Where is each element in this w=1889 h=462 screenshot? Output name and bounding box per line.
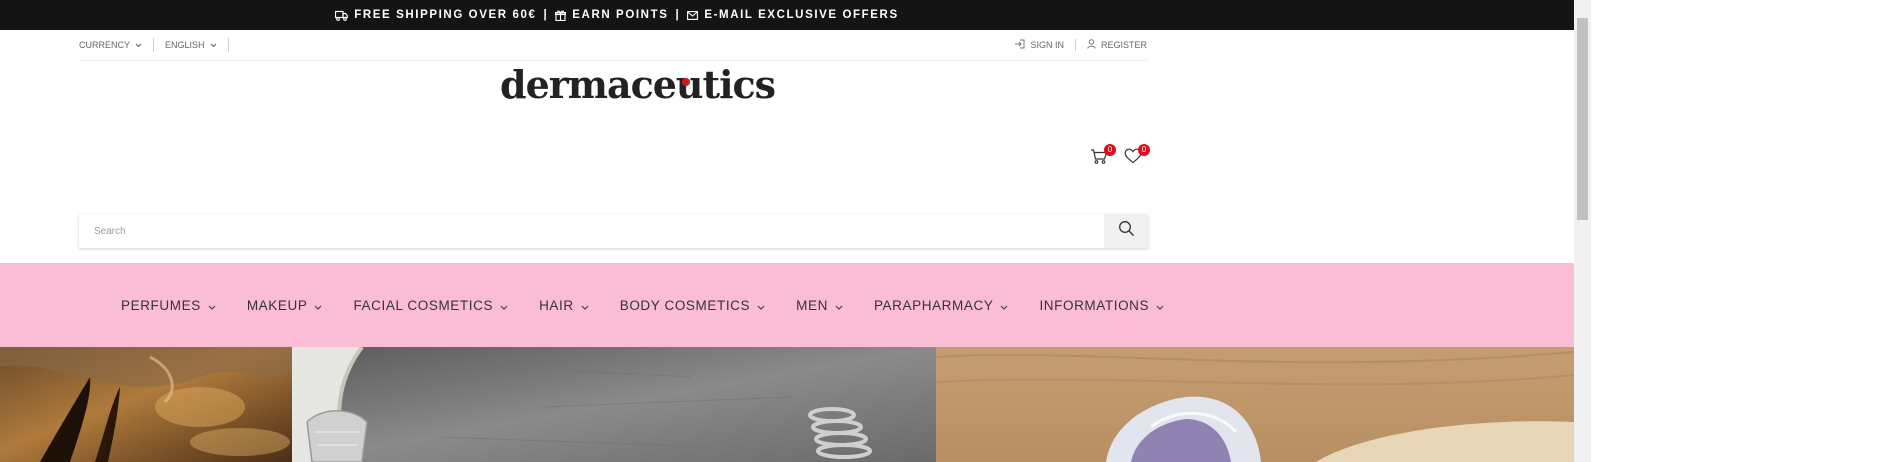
nav-item-label: HAIR xyxy=(539,297,574,313)
user-icon xyxy=(1087,39,1096,51)
nav-item-label: FACIAL COSMETICS xyxy=(353,297,494,313)
nav-item-hair[interactable]: HAIR xyxy=(539,298,589,313)
chevron-down-icon xyxy=(1000,298,1008,313)
brand-name: dermaceutics xyxy=(500,62,776,107)
chevron-down-icon xyxy=(314,298,322,313)
nav-item-facial-cosmetics[interactable]: FACIAL COSMETICS xyxy=(353,298,508,313)
chevron-down-icon xyxy=(135,40,142,50)
promo-offers-text: E-MAIL EXCLUSIVE OFFERS xyxy=(704,9,899,21)
truck-icon xyxy=(335,10,349,21)
sign-in-icon xyxy=(1014,39,1025,51)
hero-banner[interactable] xyxy=(0,347,1574,462)
page: FREE SHIPPING OVER 60€ | EARN POINTS | E… xyxy=(0,0,1574,462)
hero-image-slate xyxy=(292,347,936,462)
sign-in-label: SIGN IN xyxy=(1030,40,1064,50)
chevron-down-icon xyxy=(500,298,508,313)
language-label: ENGLISH xyxy=(165,40,205,50)
register-link[interactable]: REGISTER xyxy=(1074,39,1147,51)
promo-separator: | xyxy=(675,9,681,21)
brand-logo[interactable]: dermaceutics xyxy=(500,62,776,107)
chevron-down-icon xyxy=(210,40,217,50)
chevron-down-icon xyxy=(581,298,589,313)
main-navigation: PERFUMES MAKEUP FACIAL COSMETICS HAIR BO… xyxy=(0,263,1574,347)
nav-item-label: MAKEUP xyxy=(246,297,308,313)
nav-item-perfumes[interactable]: PERFUMES xyxy=(121,298,216,313)
vertical-scrollbar[interactable] xyxy=(1574,0,1591,462)
wishlist-button[interactable]: 0 xyxy=(1124,144,1150,168)
nav-item-label: BODY COSMETICS xyxy=(619,297,751,313)
nav-item-body-cosmetics[interactable]: BODY COSMETICS xyxy=(620,298,765,313)
promo-offers[interactable]: E-MAIL EXCLUSIVE OFFERS xyxy=(687,9,898,21)
search-input[interactable] xyxy=(79,214,1099,248)
promo-points[interactable]: EARN POINTS xyxy=(555,9,668,21)
utility-bar: CURRENCY ENGLISH SIGN IN REGISTER xyxy=(79,30,1147,61)
scrollbar-thumb[interactable] xyxy=(1577,18,1588,220)
promo-bar: FREE SHIPPING OVER 60€ | EARN POINTS | E… xyxy=(0,0,1574,30)
promo-shipping[interactable]: FREE SHIPPING OVER 60€ xyxy=(335,9,536,21)
promo-separator: | xyxy=(543,9,549,21)
chevron-down-icon xyxy=(835,298,843,313)
nav-item-parapharmacy[interactable]: PARAPHARMACY xyxy=(874,298,1008,313)
sign-in-link[interactable]: SIGN IN xyxy=(1003,39,1075,51)
mail-icon xyxy=(687,10,699,20)
nav-item-makeup[interactable]: MAKEUP xyxy=(247,298,323,313)
nav-item-label: PERFUMES xyxy=(121,297,201,313)
search-icon xyxy=(1118,220,1135,242)
nav-item-label: MEN xyxy=(796,297,828,313)
logo-dot xyxy=(682,78,690,86)
register-label: REGISTER xyxy=(1100,40,1147,50)
nav-item-informations[interactable]: INFORMATIONS xyxy=(1039,298,1164,313)
chevron-down-icon xyxy=(1156,298,1164,313)
promo-points-text: EARN POINTS xyxy=(572,9,669,21)
currency-selector[interactable]: CURRENCY xyxy=(79,38,155,52)
search-bar xyxy=(79,214,1148,248)
header-icons: 0 0 xyxy=(1090,144,1150,168)
cart-count-badge: 0 xyxy=(1104,144,1116,156)
chevron-down-icon xyxy=(208,298,216,313)
nav-item-label: PARAPHARMACY xyxy=(873,297,994,313)
hero-image-vanilla xyxy=(0,347,292,462)
wishlist-count-badge: 0 xyxy=(1138,144,1150,156)
nav-item-men[interactable]: MEN xyxy=(796,298,843,313)
currency-label: CURRENCY xyxy=(79,40,131,50)
chevron-down-icon xyxy=(757,298,765,313)
search-button[interactable] xyxy=(1104,214,1148,248)
language-selector[interactable]: ENGLISH xyxy=(154,38,229,52)
cart-button[interactable]: 0 xyxy=(1090,144,1116,168)
nav-item-label: INFORMATIONS xyxy=(1039,297,1150,313)
hero-image-sand xyxy=(936,347,1574,462)
gift-icon xyxy=(555,10,567,21)
promo-shipping-text: FREE SHIPPING OVER 60€ xyxy=(354,9,537,21)
